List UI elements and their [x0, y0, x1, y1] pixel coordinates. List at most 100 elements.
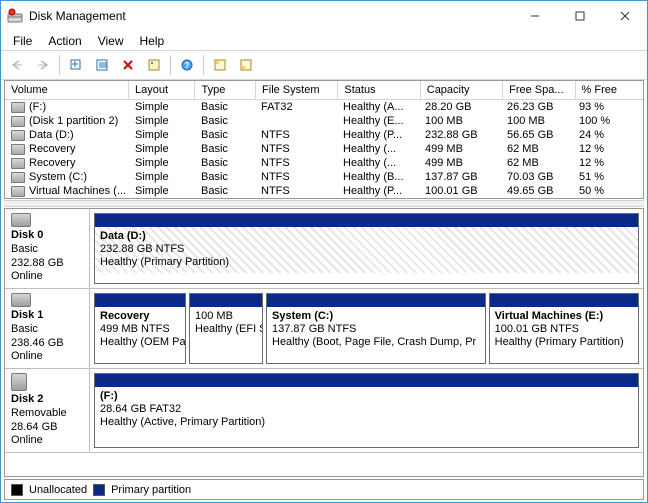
volume-status: Healthy (A... — [337, 100, 419, 114]
col-filesystem[interactable]: File System — [256, 81, 338, 99]
col-capacity[interactable]: Capacity — [421, 81, 503, 99]
volume-type: Basic — [195, 100, 255, 114]
partition[interactable]: (F:)28.64 GB FAT32Healthy (Active, Prima… — [94, 373, 639, 448]
partition-size: 499 MB NTFS — [100, 323, 170, 335]
volume-list[interactable]: Volume Layout Type File System Status Ca… — [4, 80, 644, 199]
list-icon[interactable] — [90, 53, 114, 77]
volume-pct: 100 % — [573, 114, 641, 128]
volume-row[interactable]: RecoverySimpleBasicNTFSHealthy (...499 M… — [5, 142, 643, 156]
partition-status: Healthy (Primary Partition) — [100, 256, 229, 268]
toolbar: ? — [1, 51, 647, 80]
partition[interactable]: Virtual Machines (E:)100.01 GB NTFSHealt… — [489, 293, 639, 364]
back-button[interactable] — [5, 53, 29, 77]
col-status[interactable]: Status — [338, 81, 420, 99]
legend-unallocated-label: Unallocated — [29, 484, 87, 496]
partition-status: Healthy (OEM Partit — [100, 336, 185, 348]
volume-fs — [255, 114, 337, 128]
col-free-space[interactable]: Free Spa... — [503, 81, 575, 99]
menu-help[interactable]: Help — [132, 32, 173, 50]
volume-name: Virtual Machines (... — [29, 185, 126, 197]
volume-type: Basic — [195, 114, 255, 128]
disk-row: Disk 1Basic238.46 GBOnlineRecovery499 MB… — [5, 289, 643, 369]
partition-stripe — [490, 294, 638, 307]
volume-row[interactable]: System (C:)SimpleBasicNTFSHealthy (B...1… — [5, 170, 643, 184]
volume-status: Healthy (E... — [337, 114, 419, 128]
col-volume[interactable]: Volume — [5, 81, 129, 99]
menu-view[interactable]: View — [90, 32, 132, 50]
disk-management-icon — [7, 8, 23, 24]
close-button[interactable] — [602, 1, 647, 31]
volume-layout: Simple — [129, 170, 195, 184]
partition[interactable]: 100 MBHealthy (EFI S) — [189, 293, 263, 364]
volume-icon — [11, 130, 25, 141]
partition[interactable]: Recovery499 MB NTFSHealthy (OEM Partit — [94, 293, 186, 364]
help-icon[interactable]: ? — [175, 53, 199, 77]
volume-fs: NTFS — [255, 128, 337, 142]
minimize-button[interactable] — [512, 1, 557, 31]
splitter-handle[interactable] — [4, 200, 644, 207]
volume-type: Basic — [195, 170, 255, 184]
volume-row[interactable]: RecoverySimpleBasicNTFSHealthy (...499 M… — [5, 156, 643, 170]
col-type[interactable]: Type — [195, 81, 256, 99]
volume-free: 62 MB — [501, 156, 573, 170]
legend-swatch-unallocated — [11, 484, 23, 496]
disk-partitions: Recovery499 MB NTFSHealthy (OEM Partit10… — [90, 289, 643, 368]
partition[interactable]: Data (D:)232.88 GB NTFSHealthy (Primary … — [94, 213, 639, 284]
disk-info[interactable]: Disk 0Basic232.88 GBOnline — [5, 209, 90, 288]
disk-partitions: (F:)28.64 GB FAT32Healthy (Active, Prima… — [90, 369, 643, 452]
disk-info[interactable]: Disk 1Basic238.46 GBOnline — [5, 289, 90, 368]
disk-size: 238.46 GB — [11, 337, 64, 349]
window-buttons — [512, 1, 647, 31]
titlebar[interactable]: Disk Management — [1, 1, 647, 31]
volume-status: Healthy (... — [337, 142, 419, 156]
volume-row[interactable]: (F:)SimpleBasicFAT32Healthy (A...28.20 G… — [5, 100, 643, 114]
partition-size: 232.88 GB NTFS — [100, 243, 184, 255]
partition-status: Healthy (Primary Partition) — [495, 336, 624, 348]
refresh-icon[interactable] — [64, 53, 88, 77]
volume-name: Data (D:) — [29, 129, 74, 141]
volume-row[interactable]: (Disk 1 partition 2)SimpleBasicHealthy (… — [5, 114, 643, 128]
volume-icon — [11, 172, 25, 183]
content-area: Volume Layout Type File System Status Ca… — [1, 80, 647, 502]
forward-button[interactable] — [31, 53, 55, 77]
disk-info[interactable]: Disk 2Removable28.64 GBOnline — [5, 369, 90, 452]
partition-title: Virtual Machines (E:) — [495, 310, 604, 322]
volume-layout: Simple — [129, 100, 195, 114]
volume-row[interactable]: Data (D:)SimpleBasicNTFSHealthy (P...232… — [5, 128, 643, 142]
window-title: Disk Management — [29, 9, 512, 23]
partition-status: Healthy (Boot, Page File, Crash Dump, Pr — [272, 336, 476, 348]
volume-row[interactable]: Virtual Machines (...SimpleBasicNTFSHeal… — [5, 184, 643, 198]
properties-icon[interactable] — [142, 53, 166, 77]
volume-layout: Simple — [129, 114, 195, 128]
partition-stripe — [95, 374, 638, 387]
volume-name: System (C:) — [29, 171, 87, 183]
volume-pct: 12 % — [573, 156, 641, 170]
delete-icon[interactable] — [116, 53, 140, 77]
volume-icon — [11, 116, 25, 127]
disk-graphical-view[interactable]: Disk 0Basic232.88 GBOnlineData (D:)232.8… — [4, 208, 644, 477]
legend-swatch-primary — [93, 484, 105, 496]
disk-graphical-icon[interactable] — [234, 53, 258, 77]
disk-icon — [11, 373, 27, 391]
volume-status: Healthy (... — [337, 156, 419, 170]
col-pct-free[interactable]: % Free — [576, 81, 643, 99]
disk-state: Online — [11, 270, 43, 282]
menu-file[interactable]: File — [5, 32, 40, 50]
partition[interactable]: System (C:)137.87 GB NTFSHealthy (Boot, … — [266, 293, 486, 364]
volume-name: Recovery — [29, 157, 75, 169]
disk-list-icon[interactable] — [208, 53, 232, 77]
volume-list-header[interactable]: Volume Layout Type File System Status Ca… — [5, 81, 643, 100]
maximize-button[interactable] — [557, 1, 602, 31]
partition-stripe — [190, 294, 262, 307]
volume-free: 49.65 GB — [501, 184, 573, 198]
volume-layout: Simple — [129, 128, 195, 142]
volume-fs: NTFS — [255, 170, 337, 184]
menu-action[interactable]: Action — [40, 32, 89, 50]
volume-status: Healthy (P... — [337, 184, 419, 198]
partition-title: Data (D:) — [100, 230, 146, 242]
disk-type: Basic — [11, 323, 38, 335]
disk-type: Removable — [11, 407, 67, 419]
volume-free: 56.65 GB — [501, 128, 573, 142]
col-layout[interactable]: Layout — [129, 81, 196, 99]
volume-free: 26.23 GB — [501, 100, 573, 114]
